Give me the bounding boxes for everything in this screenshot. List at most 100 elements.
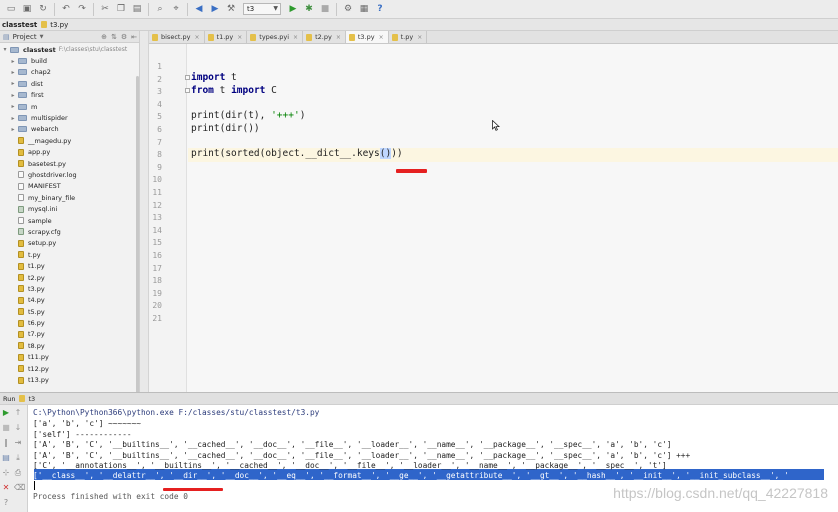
code-editor[interactable]: 1 2 3 4 5 6 7 8 9 10 11 12 13 14 15 16 17 18 19 20 21 import… — [149, 44, 838, 392]
tree-item[interactable]: setup.py — [0, 238, 139, 249]
run-config-select[interactable]: t3 ▼ — [243, 3, 281, 15]
stop-icon[interactable]: ■ — [319, 3, 331, 15]
tree-item[interactable]: __magedu.py — [0, 135, 139, 146]
close-tab-icon[interactable]: × — [237, 34, 242, 41]
editor-tab[interactable]: types.pyi × — [247, 31, 304, 43]
tree-item[interactable]: ▸ multispider — [0, 112, 139, 123]
gear-icon[interactable]: ⚙ — [119, 33, 129, 41]
cut-icon[interactable]: ✂ — [99, 3, 111, 15]
chevron-right-icon[interactable]: ▸ — [8, 126, 18, 133]
close-tab-icon[interactable]: × — [417, 34, 422, 41]
folder-icon — [18, 126, 27, 133]
fold-marker-icon[interactable] — [185, 75, 190, 80]
stop-icon[interactable]: ■ — [2, 424, 10, 432]
tree-item[interactable]: t5.py — [0, 306, 139, 317]
tree-item[interactable]: t13.py — [0, 374, 139, 385]
chevron-right-icon[interactable]: ▸ — [8, 92, 18, 99]
tree-item[interactable]: t2.py — [0, 272, 139, 283]
replace-icon[interactable]: ⌖ — [170, 3, 182, 15]
tree-item[interactable]: basetest.py — [0, 158, 139, 169]
pin-icon[interactable]: ⊹ — [2, 469, 10, 477]
tree-item[interactable]: ghostdriver.log — [0, 169, 139, 180]
build-icon[interactable]: ⚒ — [225, 3, 237, 15]
target-icon[interactable]: ⊕ — [99, 33, 109, 41]
back-icon[interactable]: ◀ — [193, 3, 205, 15]
breadcrumb-project[interactable]: classtest — [2, 21, 37, 29]
copy-icon[interactable]: ❐ — [115, 3, 127, 15]
editor-tab[interactable]: bisect.py × — [149, 31, 205, 43]
up-arrow-icon[interactable]: ↑ — [14, 409, 22, 417]
chevron-down-icon[interactable]: ▾ — [0, 46, 10, 53]
chevron-right-icon[interactable]: ▸ — [8, 69, 18, 76]
debug-icon[interactable]: ✱ — [303, 3, 315, 15]
tree-item[interactable]: t6.py — [0, 317, 139, 328]
project-scrollbar[interactable] — [136, 76, 139, 392]
tree-item[interactable]: t11.py — [0, 352, 139, 363]
tree-item[interactable]: t12.py — [0, 363, 139, 374]
chevron-right-icon[interactable]: ▸ — [8, 58, 18, 65]
soft-wrap-icon[interactable]: ⇥ — [14, 439, 22, 447]
fold-marker-icon[interactable] — [185, 88, 190, 93]
project-panel-title[interactable]: Project — [13, 33, 37, 41]
down-arrow-icon[interactable]: ↓ — [14, 424, 22, 432]
sync-icon[interactable]: ↻ — [37, 3, 49, 15]
tree-item[interactable]: t3.py — [0, 283, 139, 294]
collapse-icon[interactable]: ⇅ — [109, 33, 119, 41]
tree-item[interactable]: ▸ webarch — [0, 124, 139, 135]
tree-item[interactable]: t4.py — [0, 295, 139, 306]
rerun-icon[interactable]: ▶ — [2, 409, 10, 417]
tree-item[interactable]: MANIFEST — [0, 181, 139, 192]
chevron-right-icon[interactable]: ▸ — [8, 103, 18, 110]
tree-item[interactable]: t.py — [0, 249, 139, 260]
hide-icon[interactable]: ⇤ — [129, 33, 139, 41]
tree-item-label: MANIFEST — [28, 182, 61, 191]
pause-icon[interactable]: ‖ — [2, 439, 10, 447]
save-all-icon[interactable]: ▣ — [21, 3, 33, 15]
tree-item[interactable]: ▸ build — [0, 55, 139, 66]
chevron-down-icon[interactable]: ▼ — [40, 34, 44, 40]
run-console[interactable]: https://blog.csdn.net/qq_42227818 C:\Pyt… — [28, 405, 838, 512]
project-structure-icon[interactable]: ▦ — [358, 3, 370, 15]
settings-icon[interactable]: ⚙ — [342, 3, 354, 15]
forward-icon[interactable]: ▶ — [209, 3, 221, 15]
python-file-icon — [306, 33, 313, 41]
editor-tab[interactable]: t2.py × — [303, 31, 346, 43]
paste-icon[interactable]: ▤ — [131, 3, 143, 15]
open-folder-icon[interactable]: ▭ — [5, 3, 17, 15]
tree-item[interactable]: t8.py — [0, 340, 139, 351]
run-config-tab[interactable]: t3 — [28, 395, 35, 403]
run-icon[interactable]: ▶ — [287, 3, 299, 15]
scroll-to-end-icon[interactable]: ⤓ — [14, 454, 22, 462]
tree-item[interactable]: ▸ first — [0, 90, 139, 101]
tree-item[interactable]: t7.py — [0, 329, 139, 340]
close-tab-icon[interactable]: × — [194, 34, 199, 41]
tree-item[interactable]: ▸ dist — [0, 78, 139, 89]
find-icon[interactable]: ⌕ — [154, 3, 166, 15]
tree-item[interactable]: my_binary_file — [0, 192, 139, 203]
close-tab-icon[interactable]: × — [336, 34, 341, 41]
help-icon[interactable]: ? — [2, 499, 10, 507]
undo-icon[interactable]: ↶ — [60, 3, 72, 15]
chevron-right-icon[interactable]: ▸ — [8, 80, 18, 87]
tree-item[interactable]: mysql.ini — [0, 203, 139, 214]
chevron-right-icon[interactable]: ▸ — [8, 115, 18, 122]
tree-item[interactable]: sample — [0, 215, 139, 226]
layout-icon[interactable]: ▤ — [2, 454, 10, 462]
close-icon[interactable]: ✕ — [2, 484, 10, 492]
close-tab-icon[interactable]: × — [293, 34, 298, 41]
print-icon[interactable]: ⎙ — [14, 469, 22, 477]
close-tab-icon[interactable]: × — [379, 34, 384, 41]
tree-root[interactable]: ▾ classtest F:\classes\stu\classtest — [0, 44, 139, 55]
redo-icon[interactable]: ↷ — [76, 3, 88, 15]
tree-item[interactable]: ▸ chap2 — [0, 67, 139, 78]
help-icon[interactable]: ? — [374, 3, 386, 15]
tree-item[interactable]: scrapy.cfg — [0, 226, 139, 237]
tree-item[interactable]: ▸ m — [0, 101, 139, 112]
editor-tab[interactable]: t1.py × — [204, 31, 248, 43]
editor-tab[interactable]: t3.py × — [345, 31, 389, 43]
editor-tab[interactable]: t.py × — [388, 31, 428, 43]
tree-item[interactable]: app.py — [0, 147, 139, 158]
breadcrumb-file[interactable]: t3.py — [41, 21, 68, 29]
tree-item[interactable]: t1.py — [0, 260, 139, 271]
trash-icon[interactable]: ⌫ — [14, 484, 25, 492]
